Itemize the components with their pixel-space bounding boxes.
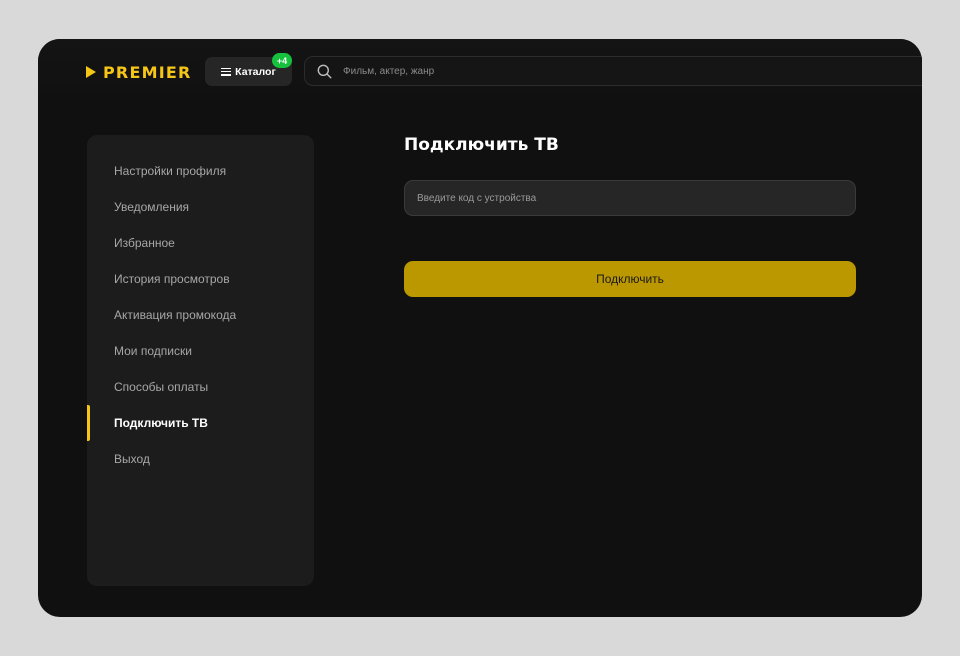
sidebar-item-logout[interactable]: Выход — [87, 441, 314, 477]
search-bar[interactable] — [304, 56, 922, 86]
logo-text: PREMIER — [103, 62, 192, 82]
sidebar-item-favorites[interactable]: Избранное — [87, 225, 314, 261]
top-bar: PREMIER Каталог +4 — [38, 39, 922, 105]
sidebar-item-promo-activation[interactable]: Активация промокода — [87, 297, 314, 333]
sidebar-item-watch-history[interactable]: История просмотров — [87, 261, 314, 297]
sidebar-item-label: Способы оплаты — [114, 380, 209, 394]
sidebar-item-label: Подключить ТВ — [114, 416, 208, 430]
settings-sidebar: Настройки профиля Уведомления Избранное … — [87, 135, 314, 586]
sidebar-item-label: Избранное — [114, 236, 175, 250]
sidebar-item-label: Выход — [114, 452, 150, 466]
logo[interactable]: PREMIER — [86, 62, 192, 82]
app-window: PREMIER Каталог +4 Настройки профиля Уве… — [38, 39, 922, 617]
device-code-input[interactable] — [404, 180, 856, 216]
sidebar-item-connect-tv[interactable]: Подключить ТВ — [87, 405, 314, 441]
connect-button[interactable]: Подключить — [404, 261, 856, 297]
sidebar-item-notifications[interactable]: Уведомления — [87, 189, 314, 225]
hamburger-menu-icon — [221, 67, 232, 76]
catalog-badge: +4 — [272, 53, 292, 68]
sidebar-item-label: Настройки профиля — [114, 164, 227, 178]
catalog-label: Каталог — [235, 65, 276, 78]
play-triangle-icon — [86, 66, 96, 78]
sidebar-item-payment-methods[interactable]: Способы оплаты — [87, 369, 314, 405]
active-indicator — [87, 405, 90, 441]
sidebar-item-label: Активация промокода — [114, 308, 237, 322]
sidebar-item-label: Мои подписки — [114, 344, 192, 358]
sidebar-item-profile-settings[interactable]: Настройки профиля — [87, 153, 314, 189]
sidebar-item-subscriptions[interactable]: Мои подписки — [87, 333, 314, 369]
page-title: Подключить ТВ — [404, 135, 559, 155]
sidebar-item-label: История просмотров — [114, 272, 230, 286]
sidebar-item-label: Уведомления — [114, 200, 190, 214]
search-input[interactable] — [341, 64, 745, 78]
search-icon[interactable] — [317, 64, 332, 79]
